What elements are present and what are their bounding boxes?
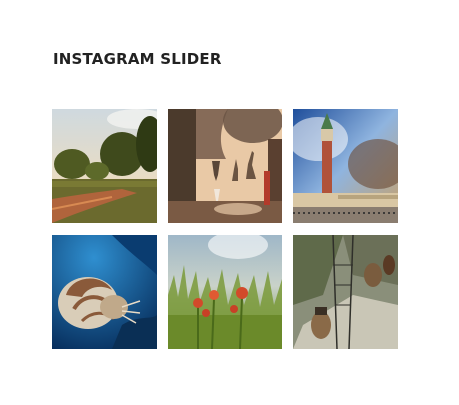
venice-tower-photo <box>293 109 398 223</box>
instagram-post-4[interactable] <box>52 235 157 349</box>
wall-shadow-photo <box>168 109 282 223</box>
instagram-slider-widget: INSTAGRAM SLIDER <box>0 0 459 405</box>
nautilus-photo <box>52 235 157 349</box>
instagram-post-3[interactable] <box>293 109 398 223</box>
red-flowers-photo <box>168 235 282 349</box>
countryside-road-photo <box>52 109 157 223</box>
instagram-photo-grid <box>52 109 398 349</box>
rope-bridge-photo <box>293 235 398 349</box>
instagram-post-2[interactable] <box>168 109 282 223</box>
widget-title: INSTAGRAM SLIDER <box>53 50 222 68</box>
instagram-post-1[interactable] <box>52 109 157 223</box>
instagram-post-6[interactable] <box>293 235 398 349</box>
instagram-post-5[interactable] <box>168 235 282 349</box>
